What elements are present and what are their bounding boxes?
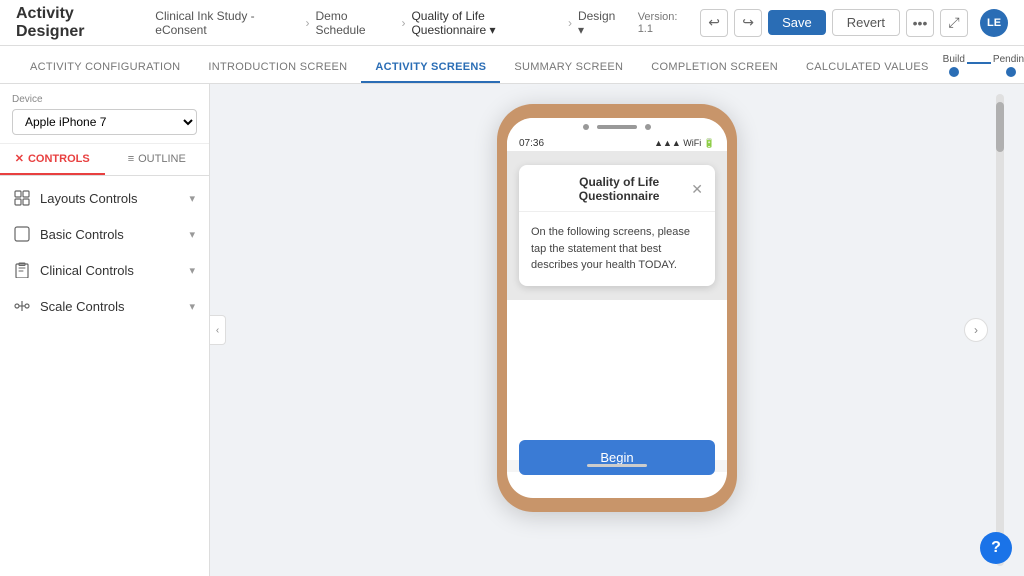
nav-item-layouts-left: Layouts Controls xyxy=(14,190,138,206)
modal-dialog: Quality of Life Questionnaire ✕ On the f… xyxy=(519,165,715,286)
breadcrumb-item3[interactable]: Quality of Life Questionnaire ▾ xyxy=(411,9,562,37)
home-indicator xyxy=(587,464,647,467)
phone-time: 07:36 xyxy=(519,138,544,149)
controls-label: CONTROLS xyxy=(28,153,90,165)
phone-status-bar: 07:36 ▲▲▲ WiFi 🔋 xyxy=(507,134,727,151)
layouts-chevron: ▾ xyxy=(189,192,195,205)
revert-button[interactable]: Revert xyxy=(832,9,900,36)
version-label: Version: 1.1 xyxy=(638,11,692,35)
phone-dot-right xyxy=(645,124,651,130)
scale-label: Scale Controls xyxy=(40,299,125,314)
phone-screen: Quality of Life Questionnaire ✕ On the f… xyxy=(507,151,727,300)
breadcrumb-item1[interactable]: Clinical Ink Study - eConsent xyxy=(155,9,299,37)
phone-mockup: 07:36 ▲▲▲ WiFi 🔋 Quality of Life Questio… xyxy=(497,104,737,512)
status-step-pending: Pending xyxy=(993,54,1024,77)
content-area: 07:36 ▲▲▲ WiFi 🔋 Quality of Life Questio… xyxy=(210,84,1024,576)
canvas-area: 07:36 ▲▲▲ WiFi 🔋 Quality of Life Questio… xyxy=(210,84,1024,576)
outline-icon: ≡ xyxy=(128,153,134,165)
scroll-thumb xyxy=(996,102,1004,152)
tab-completion-screen[interactable]: COMPLETION SCREEN xyxy=(637,53,792,83)
save-button[interactable]: Save xyxy=(768,10,826,35)
main-layout: Device Apple iPhone 7 Apple iPhone 8 Sam… xyxy=(0,84,1024,576)
device-select[interactable]: Apple iPhone 7 Apple iPhone 8 Samsung Ga… xyxy=(12,109,197,135)
tab-items: ACTIVITY CONFIGURATION INTRODUCTION SCRE… xyxy=(16,53,943,83)
phone-signal: ▲▲▲ WiFi 🔋 xyxy=(654,138,715,149)
user-avatar: LE xyxy=(980,9,1008,37)
phone-dot-left xyxy=(583,124,589,130)
phone-main-content: Begin xyxy=(507,300,727,460)
clinical-icon xyxy=(14,262,30,278)
app-title: Activity Designer xyxy=(16,5,139,41)
build-status: Build Pending Live xyxy=(943,54,1024,77)
sidebar-collapse-button[interactable]: ‹ xyxy=(210,315,226,345)
modal-body-text: On the following screens, please tap the… xyxy=(531,224,703,274)
nav-arrow-right[interactable]: › xyxy=(964,318,988,342)
basic-label: Basic Controls xyxy=(40,227,124,242)
help-button[interactable]: ? xyxy=(980,532,1012,564)
layouts-label: Layouts Controls xyxy=(40,191,138,206)
nav-item-clinical-left: Clinical Controls xyxy=(14,262,134,278)
outline-label: OUTLINE xyxy=(138,153,186,165)
sidebar-tab-controls[interactable]: ✕ CONTROLS xyxy=(0,144,105,175)
top-bar: Activity Designer Clinical Ink Study - e… xyxy=(0,0,1024,46)
breadcrumb-item2[interactable]: Demo Schedule xyxy=(316,9,396,37)
pending-label: Pending xyxy=(993,54,1024,65)
modal-body: On the following screens, please tap the… xyxy=(519,212,715,286)
redo-button[interactable]: ↪ xyxy=(734,9,762,37)
pending-dot xyxy=(1006,67,1016,77)
tab-calculated-values[interactable]: CALCULATED VALUES xyxy=(792,53,943,83)
nav-item-clinical[interactable]: Clinical Controls ▾ xyxy=(0,252,209,288)
top-bar-actions: ↩ ↪ Save Revert ••• ⤢ LE xyxy=(700,9,1008,37)
begin-button[interactable]: Begin xyxy=(519,440,715,475)
nav-item-layouts[interactable]: Layouts Controls ▾ xyxy=(0,180,209,216)
more-options-button[interactable]: ••• xyxy=(906,9,934,37)
breadcrumb-sep1: › xyxy=(306,16,310,30)
clinical-label: Clinical Controls xyxy=(40,263,134,278)
sidebar-nav: Layouts Controls ▾ Basic Controls ▾ xyxy=(0,176,209,576)
breadcrumb: Clinical Ink Study - eConsent › Demo Sch… xyxy=(155,9,692,37)
nav-item-scale[interactable]: Scale Controls ▾ xyxy=(0,288,209,324)
modal-header: Quality of Life Questionnaire ✕ xyxy=(519,165,715,212)
controls-x-icon: ✕ xyxy=(15,152,24,165)
nav-item-basic[interactable]: Basic Controls ▾ xyxy=(0,216,209,252)
device-selector: Device Apple iPhone 7 Apple iPhone 8 Sam… xyxy=(0,84,209,144)
phone-outer-shell: 07:36 ▲▲▲ WiFi 🔋 Quality of Life Questio… xyxy=(497,104,737,512)
tab-intro-screen[interactable]: INTRODUCTION SCREEN xyxy=(194,53,361,83)
build-dot xyxy=(949,67,959,77)
tab-summary-screen[interactable]: SUMMARY SCREEN xyxy=(500,53,637,83)
sidebar: Device Apple iPhone 7 Apple iPhone 8 Sam… xyxy=(0,84,210,576)
status-step-build: Build xyxy=(943,54,965,77)
expand-button[interactable]: ⤢ xyxy=(940,9,968,37)
basic-icon xyxy=(14,226,30,242)
scale-icon xyxy=(14,298,30,314)
clinical-chevron: ▾ xyxy=(189,264,195,277)
modal-close-button[interactable]: ✕ xyxy=(691,181,703,198)
nav-item-basic-left: Basic Controls xyxy=(14,226,124,242)
status-steps: Build Pending Live xyxy=(943,54,1024,77)
scale-chevron: ▾ xyxy=(189,300,195,313)
phone-inner-screen: 07:36 ▲▲▲ WiFi 🔋 Quality of Life Questio… xyxy=(507,118,727,498)
tab-activity-config[interactable]: ACTIVITY CONFIGURATION xyxy=(16,53,194,83)
breadcrumb-sep3: › xyxy=(568,16,572,30)
breadcrumb-sep2: › xyxy=(401,16,405,30)
sidebar-tab-outline[interactable]: ≡ OUTLINE xyxy=(105,144,210,175)
device-label: Device xyxy=(12,94,197,105)
build-label: Build xyxy=(943,54,965,65)
breadcrumb-item4[interactable]: Design ▾ xyxy=(578,9,622,37)
scroll-track xyxy=(996,94,1004,566)
undo-button[interactable]: ↩ xyxy=(700,9,728,37)
layouts-icon xyxy=(14,190,30,206)
tab-activity-screens[interactable]: ACTIVITY SCREENS xyxy=(361,53,500,83)
status-line-1 xyxy=(967,62,991,64)
phone-notch xyxy=(507,118,727,134)
modal-title: Quality of Life Questionnaire xyxy=(547,175,691,203)
nav-item-scale-left: Scale Controls xyxy=(14,298,125,314)
phone-speaker xyxy=(597,125,637,129)
sidebar-tabs: ✕ CONTROLS ≡ OUTLINE xyxy=(0,144,209,176)
basic-chevron: ▾ xyxy=(189,228,195,241)
tab-bar: ACTIVITY CONFIGURATION INTRODUCTION SCRE… xyxy=(0,46,1024,84)
